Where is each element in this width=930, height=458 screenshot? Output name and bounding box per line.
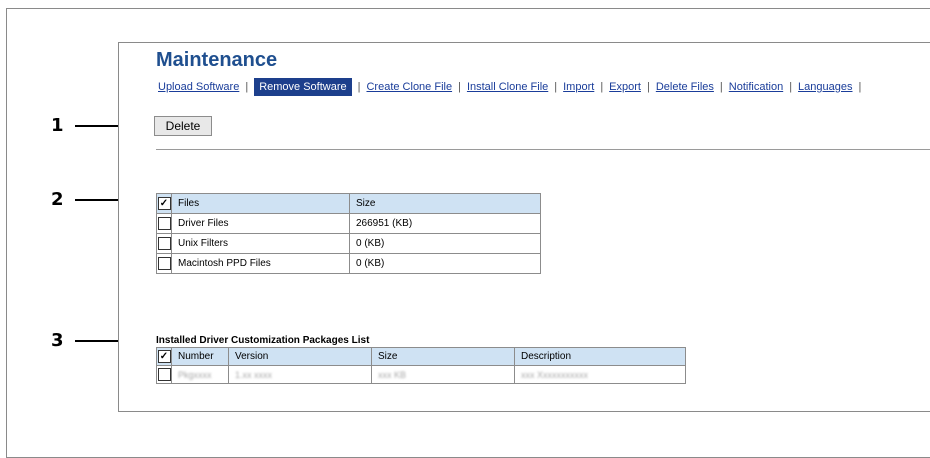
row-checkbox[interactable] <box>157 368 171 381</box>
tab-upload-software[interactable]: Upload Software <box>158 81 239 93</box>
package-size: xxx KB <box>371 365 515 384</box>
column-header-description: Description <box>514 347 686 366</box>
select-all-checkbox[interactable]: ✓ <box>157 350 171 363</box>
table-row: Driver Files 266951 (KB) <box>156 213 541 234</box>
package-number: Pkgxxxx <box>171 365 229 384</box>
tab-bar: Upload Software | Remove Software | Crea… <box>158 78 867 96</box>
tab-import[interactable]: Import <box>563 81 594 93</box>
files-table: ✓ Files Size Driver Files 266951 (KB) Un… <box>156 193 541 274</box>
package-description: xxx Xxxxxxxxxxx <box>514 365 686 384</box>
package-version: 1.xx xxxx <box>228 365 372 384</box>
table-row: Unix Filters 0 (KB) <box>156 233 541 254</box>
select-all-checkbox[interactable]: ✓ <box>157 197 171 210</box>
callout-2: 2 <box>51 189 64 210</box>
tab-remove-software[interactable]: Remove Software <box>254 78 352 96</box>
tab-create-clone-file[interactable]: Create Clone File <box>366 81 452 93</box>
section-divider <box>156 149 930 150</box>
tab-install-clone-file[interactable]: Install Clone File <box>467 81 548 93</box>
column-header-number: Number <box>171 347 229 366</box>
file-size: 0 (KB) <box>349 233 541 254</box>
callout-3: 3 <box>51 330 64 351</box>
table-row: Macintosh PPD Files 0 (KB) <box>156 253 541 274</box>
file-size: 0 (KB) <box>349 253 541 274</box>
file-name: Driver Files <box>171 213 350 234</box>
table-row: Pkgxxxx 1.xx xxxx xxx KB xxx Xxxxxxxxxxx <box>156 365 686 384</box>
file-size: 266951 (KB) <box>349 213 541 234</box>
tab-languages[interactable]: Languages <box>798 81 852 93</box>
table-header-row: ✓ Number Version Size Description <box>156 347 686 366</box>
tab-export[interactable]: Export <box>609 81 641 93</box>
packages-table: ✓ Number Version Size Description Pkgxxx… <box>156 347 686 384</box>
file-name: Macintosh PPD Files <box>171 253 350 274</box>
column-header-version: Version <box>228 347 372 366</box>
column-header-size: Size <box>371 347 515 366</box>
callout-1: 1 <box>51 115 64 136</box>
page-title: Maintenance <box>156 49 278 71</box>
column-header-files: Files <box>171 193 350 214</box>
tab-notification[interactable]: Notification <box>729 81 783 93</box>
tab-delete-files[interactable]: Delete Files <box>656 81 714 93</box>
delete-button[interactable]: Delete <box>154 116 212 136</box>
maintenance-panel: Maintenance Upload Software | Remove Sof… <box>118 42 930 412</box>
row-checkbox[interactable] <box>157 237 171 250</box>
row-checkbox[interactable] <box>157 257 171 270</box>
row-checkbox[interactable] <box>157 217 171 230</box>
column-header-size: Size <box>349 193 541 214</box>
file-name: Unix Filters <box>171 233 350 254</box>
table-header-row: ✓ Files Size <box>156 193 541 214</box>
packages-list-title: Installed Driver Customization Packages … <box>156 335 370 346</box>
